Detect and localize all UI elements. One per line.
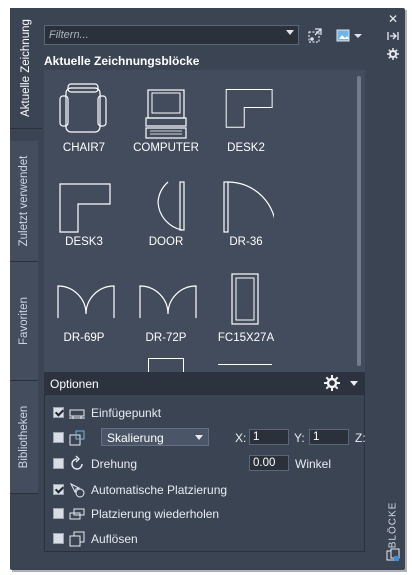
door-swing-icon: [223, 181, 274, 233]
desk-l-icon: [59, 183, 111, 233]
blocks-gallery: CHAIR7 COMPUTER DESK2 DESK3 DOOR DR-36 D…: [44, 70, 365, 372]
tab-favorites[interactable]: Favoriten: [10, 262, 38, 381]
rotate-icon: [71, 455, 83, 470]
scale-z-label: Z:: [355, 431, 366, 445]
repeat-placement-icon: [69, 508, 85, 520]
autohide-icon[interactable]: [384, 30, 402, 44]
properties-gear-icon[interactable]: [384, 48, 402, 62]
block-tile-desk3[interactable]: DESK3: [44, 164, 124, 250]
view-options-icon[interactable]: [336, 28, 364, 44]
block-label: DESK2: [227, 142, 265, 154]
tab-label: Aktuelle Zeichnung: [20, 19, 32, 117]
options-panel: Einfügepunkt Skalierung X: Y: Z: Drehung…: [44, 394, 366, 552]
block-label: DESK3: [65, 236, 103, 248]
insertion-point-icon: [69, 409, 85, 419]
tab-current-drawing[interactable]: Aktuelle Zeichnung: [10, 8, 42, 129]
auto-placement-checkbox[interactable]: [53, 484, 64, 495]
gallery-scrollbar[interactable]: [357, 76, 361, 366]
block-tile-desk2[interactable]: DESK2: [206, 70, 286, 156]
insertion-point-checkbox[interactable]: [53, 407, 64, 418]
rotation-label: Drehung: [91, 457, 138, 471]
side-tabs: Aktuelle Zeichnung Zuletzt verwendet Fav…: [10, 8, 42, 494]
door-arc-icon: [157, 181, 185, 231]
file-cabinet-icon: [231, 273, 259, 325]
block-tile-door[interactable]: DOOR: [126, 164, 206, 250]
scale-checkbox[interactable]: [53, 432, 64, 443]
scale-icon: [69, 430, 85, 446]
palette-title-bar: ✕ BLÖCKE: [380, 8, 406, 570]
double-door-icon: [139, 285, 197, 318]
block-tile-dr69p[interactable]: DR-69P: [44, 260, 124, 346]
filter-combobox[interactable]: [44, 25, 299, 45]
chair-icon: [59, 83, 107, 133]
section-title: Aktuelle Zeichnungsblöcke: [44, 54, 200, 68]
scale-select-value: Skalierung: [107, 431, 164, 445]
tab-label: Bibliotheken: [18, 405, 30, 469]
tab-label: Zuletzt verwendet: [18, 155, 30, 247]
scale-y-input[interactable]: [310, 430, 348, 444]
tab-libraries[interactable]: Bibliotheken: [10, 381, 38, 494]
rotation-checkbox[interactable]: [53, 458, 64, 469]
explode-icon: [69, 531, 85, 547]
scale-x-label: X:: [235, 431, 247, 445]
partial-block-tile: [148, 358, 184, 372]
auto-placement-icon: [69, 482, 85, 498]
block-tile-dr72p[interactable]: DR-72P: [126, 260, 206, 346]
explode-checkbox[interactable]: [53, 533, 64, 544]
rotation-angle-field[interactable]: [249, 455, 289, 471]
tab-label: Favoriten: [18, 297, 30, 345]
filter-input[interactable]: [49, 27, 279, 43]
auto-placement-label: Automatische Platzierung: [91, 483, 228, 497]
options-header[interactable]: Optionen: [44, 372, 365, 394]
block-tile-computer[interactable]: COMPUTER: [126, 70, 206, 156]
rotation-angle-input[interactable]: [250, 456, 288, 470]
options-title: Optionen: [50, 377, 99, 391]
repeat-placement-label: Platzierung wiederholen: [91, 507, 220, 521]
block-label: FC15X27A: [217, 332, 275, 344]
block-label: DOOR: [148, 236, 184, 248]
block-label: COMPUTER: [133, 142, 199, 154]
block-tile-fc15x27a[interactable]: FC15X27A: [206, 260, 286, 346]
scale-y-label: Y:: [294, 431, 305, 445]
repeat-placement-checkbox[interactable]: [53, 508, 64, 519]
chevron-down-icon[interactable]: [350, 381, 358, 386]
scale-x-field[interactable]: [249, 429, 289, 445]
palette-title: BLÖCKE: [387, 501, 399, 549]
desk-l-icon: [225, 88, 273, 128]
option-rotation: Drehung Winkel: [53, 454, 353, 474]
computer-icon: [145, 89, 187, 139]
partial-block-tile: [218, 364, 272, 372]
tab-recent[interactable]: Zuletzt verwendet: [10, 141, 38, 262]
explode-label: Auflösen: [91, 532, 138, 546]
block-label: DR-69P: [63, 332, 105, 344]
option-scale: Skalierung X: Y: Z:: [53, 428, 366, 448]
import-blocks-icon[interactable]: [306, 27, 324, 45]
chevron-down-icon[interactable]: [286, 30, 294, 35]
palette-icon: [384, 548, 402, 562]
gear-icon[interactable]: [324, 375, 340, 391]
scale-x-input[interactable]: [250, 430, 288, 444]
double-door-icon: [57, 285, 115, 318]
block-label: CHAIR7: [62, 142, 106, 154]
block-tile-dr36[interactable]: DR-36: [206, 164, 286, 250]
angle-label: Winkel: [295, 457, 332, 471]
scale-y-field[interactable]: [309, 429, 349, 445]
block-tile-chair7[interactable]: CHAIR7: [44, 70, 124, 156]
scale-select[interactable]: Skalierung: [101, 428, 209, 446]
chevron-down-icon: [195, 435, 203, 440]
block-label: DR-72P: [145, 332, 187, 344]
insertion-point-label: Einfügepunkt: [91, 406, 162, 420]
close-icon[interactable]: ✕: [384, 12, 402, 26]
block-label: DR-36: [229, 236, 263, 248]
